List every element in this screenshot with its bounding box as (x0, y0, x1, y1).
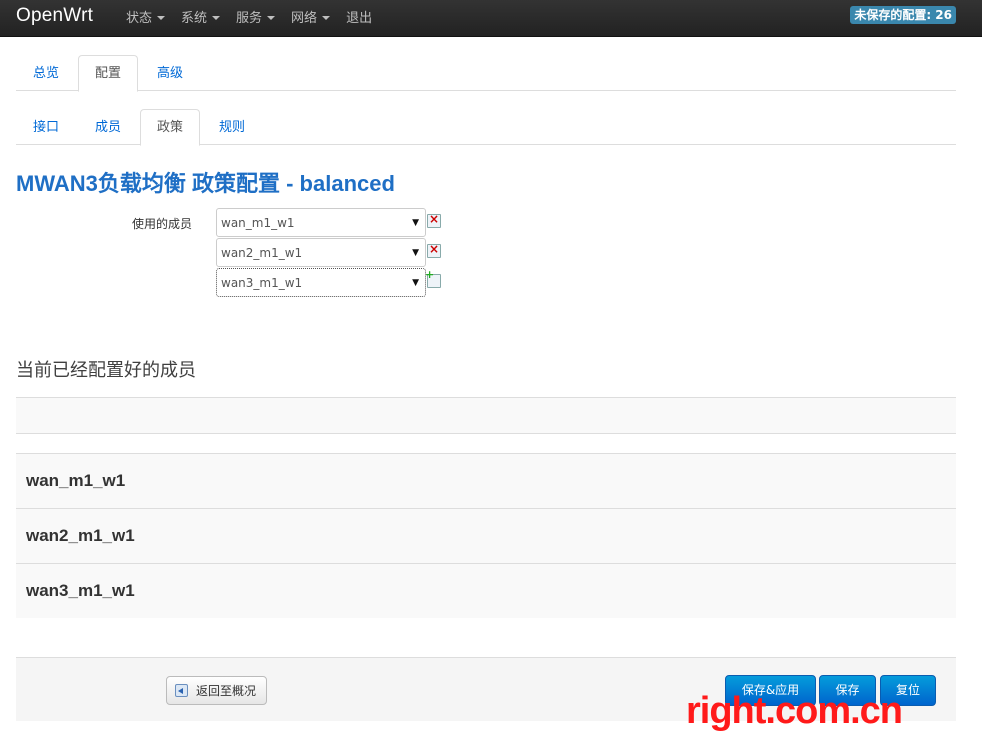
caret-down-icon (267, 16, 276, 20)
menu-label: 系统 (181, 10, 208, 26)
configured-members-list: wan_m1_w1 wan2_m1_w1 wan3_m1_w1 (16, 453, 956, 618)
menu-label: 退出 (346, 10, 373, 26)
remove-member-button[interactable]: × (427, 242, 441, 258)
main-tabs: 总览 配置 高级 (16, 55, 956, 92)
tab-members[interactable]: 成员 (78, 109, 138, 145)
back-to-overview-button[interactable]: 返回至概况 (166, 676, 268, 705)
dropdown-arrow-icon: ▼ (412, 278, 419, 288)
menu-label: 服务 (236, 10, 263, 26)
sub-tabs: 接口 成员 政策 规则 (16, 109, 956, 146)
tab-overview[interactable]: 总览 (16, 55, 76, 91)
menu-label: 状态 (126, 10, 153, 26)
tab-advanced[interactable]: 高级 (140, 55, 200, 91)
configured-members-title: 当前已经配置好的成员 (16, 360, 196, 381)
top-navbar: OpenWrt 状态 系统 服务 网络 退出 未保存的配置: 26 (0, 0, 982, 37)
remove-icon: × (429, 212, 440, 226)
back-button-label: 返回至概况 (196, 684, 257, 698)
member-select-row: wan3_m1_w1 ▼ + (216, 268, 441, 297)
page-title: MWAN3负载均衡 政策配置 - balanced (16, 171, 395, 196)
tab-interfaces[interactable]: 接口 (16, 109, 76, 145)
tab-policies[interactable]: 政策 (140, 109, 201, 146)
member-field-label: 使用的成员 (132, 217, 193, 231)
member-select[interactable]: wan_m1_w1 ▼ (216, 208, 426, 237)
unsaved-changes-badge[interactable]: 未保存的配置: 26 (850, 6, 956, 24)
select-value: wan3_m1_w1 (221, 276, 303, 290)
save-apply-button[interactable]: 保存&应用 (725, 675, 816, 706)
menu-label: 网络 (291, 10, 318, 26)
menu-network[interactable]: 网络 (283, 0, 338, 36)
list-item: wan2_m1_w1 (16, 508, 956, 563)
add-icon: + (425, 268, 435, 281)
tab-configuration[interactable]: 配置 (78, 55, 139, 92)
remove-icon: × (429, 242, 440, 256)
caret-down-icon (157, 16, 166, 20)
back-arrow-icon (175, 684, 188, 697)
reset-button[interactable]: 复位 (880, 675, 936, 706)
save-button[interactable]: 保存 (819, 675, 876, 706)
dropdown-arrow-icon: ▼ (412, 218, 419, 228)
brand-logo[interactable]: OpenWrt (16, 5, 93, 27)
table-header-row (16, 397, 956, 434)
list-item: wan3_m1_w1 (16, 563, 956, 618)
menu-logout[interactable]: 退出 (338, 0, 380, 36)
member-select-row: wan2_m1_w1 ▼ × (216, 238, 441, 267)
caret-down-icon (322, 16, 331, 20)
select-value: wan_m1_w1 (221, 216, 295, 230)
add-member-button[interactable]: + (425, 268, 441, 288)
menu-services[interactable]: 服务 (228, 0, 283, 36)
member-select[interactable]: wan3_m1_w1 ▼ (216, 268, 426, 297)
select-value: wan2_m1_w1 (221, 246, 303, 260)
caret-down-icon (212, 16, 221, 20)
dropdown-arrow-icon: ▼ (412, 248, 419, 258)
action-bar: 返回至概况 保存&应用 保存 复位 (16, 657, 956, 721)
menu-status[interactable]: 状态 (118, 0, 173, 36)
member-select-row: wan_m1_w1 ▼ × (216, 208, 441, 237)
remove-member-button[interactable]: × (427, 212, 441, 228)
member-select[interactable]: wan2_m1_w1 ▼ (216, 238, 426, 267)
main-menu: 状态 系统 服务 网络 退出 (118, 0, 380, 36)
list-item: wan_m1_w1 (16, 453, 956, 508)
tab-rules[interactable]: 规则 (202, 109, 262, 145)
menu-system[interactable]: 系统 (173, 0, 228, 36)
